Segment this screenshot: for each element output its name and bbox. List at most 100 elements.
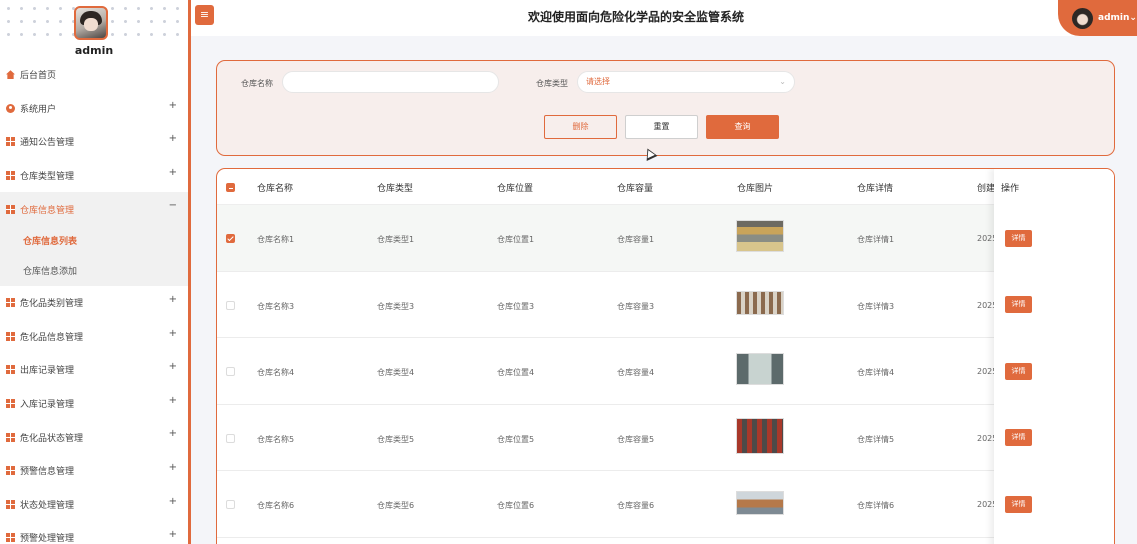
cell-location: 仓库位置6 [497, 501, 535, 510]
sidebar-subitem-warehouse-list[interactable]: 仓库信息列表 [0, 226, 188, 256]
column-header[interactable]: 仓库位置 [497, 181, 533, 194]
sidebar-subitem-warehouse-add[interactable]: 仓库信息添加 [0, 256, 188, 286]
column-header[interactable]: 仓库名称 [257, 181, 293, 194]
column-header[interactable]: 创建 [977, 181, 995, 194]
cell-type: 仓库类型4 [377, 368, 415, 377]
expand-icon: + [168, 394, 177, 406]
sidebar-item-chemical-status[interactable]: 危化品状态管理 + [0, 420, 188, 454]
detail-button[interactable]: 详情 [1005, 429, 1032, 446]
sidebar-item-label: 系统用户 [20, 104, 57, 115]
sidebar-item-label: 危化品状态管理 [20, 433, 84, 444]
cell-capacity: 仓库容量1 [617, 235, 655, 244]
grid-icon [6, 204, 15, 214]
sidebar-item-chemical-info[interactable]: 危化品信息管理 + [0, 320, 188, 354]
cell-name: 仓库名称1 [257, 235, 295, 244]
sidebar-item-label: 危化品信息管理 [20, 332, 84, 343]
grid-icon [6, 499, 15, 509]
table-row[interactable]: 仓库名称5 仓库类型5 仓库位置5 仓库容量5 仓库详情5 2025 [217, 405, 1114, 471]
sidebar-item-label: 状态处理管理 [20, 500, 75, 511]
cell-name: 仓库名称6 [257, 501, 295, 510]
table-row[interactable]: 仓库名称4 仓库类型4 仓库位置4 仓库容量4 仓库详情4 2025 [217, 338, 1114, 405]
grid-icon [6, 533, 15, 543]
cell-type: 仓库类型6 [377, 501, 415, 510]
user-menu[interactable]: admin ⌄ [1058, 0, 1137, 36]
grid-icon [6, 399, 15, 409]
sidebar-item-label: 预警信息管理 [20, 467, 75, 478]
column-header[interactable]: 仓库图片 [737, 181, 773, 194]
sidebar-item-dashboard[interactable]: 后台首页 [0, 58, 188, 92]
action-column: 操作 详情 详情 详情 详情 详情 [994, 169, 1114, 544]
sidebar: admin 后台首页 系统用户 + 通知公告管理 + 仓库类型管理 + 仓库信息… [0, 0, 188, 544]
grid-icon [6, 466, 15, 476]
warehouse-type-label: 仓库类型 [536, 79, 568, 88]
row-checkbox[interactable] [226, 300, 235, 310]
warehouse-image[interactable] [736, 491, 784, 515]
sidebar-item-label: 入库记录管理 [20, 400, 75, 411]
row-checkbox[interactable] [226, 500, 235, 509]
column-header[interactable]: 仓库详情 [857, 181, 893, 194]
detail-button[interactable]: 详情 [1005, 363, 1032, 380]
reset-button[interactable]: 重置 [625, 115, 698, 139]
expand-icon: + [168, 133, 177, 145]
sidebar-item-inbound[interactable]: 入库记录管理 + [0, 387, 188, 421]
sidebar-item-system-users[interactable]: 系统用户 + [0, 92, 188, 126]
sidebar-item-warning-handling[interactable]: 预警处理管理 + [0, 521, 188, 544]
warehouse-name-input[interactable] [282, 71, 499, 93]
warehouse-name-label: 仓库名称 [241, 79, 273, 88]
delete-button[interactable]: 删除 [544, 115, 617, 139]
cell-location: 仓库位置5 [497, 434, 535, 444]
table-row[interactable]: 仓库名称3 仓库类型3 仓库位置3 仓库容量3 仓库详情3 2025 [217, 272, 1114, 338]
sidebar-item-chemical-category[interactable]: 危化品类别管理 + [0, 286, 188, 320]
column-header[interactable]: 仓库容量 [617, 181, 653, 194]
sidebar-item-warehouse-type[interactable]: 仓库类型管理 + [0, 159, 188, 193]
avatar [1072, 7, 1093, 29]
warehouse-image[interactable] [736, 417, 784, 454]
detail-button[interactable]: 详情 [1005, 230, 1032, 247]
cell-type: 仓库类型5 [377, 434, 415, 444]
sidebar-item-outbound[interactable]: 出库记录管理 + [0, 353, 188, 387]
expand-icon: + [168, 461, 177, 473]
select-all-checkbox[interactable] [226, 183, 235, 192]
warehouse-image[interactable] [736, 353, 784, 385]
sidebar-item-label: 仓库信息管理 [20, 205, 75, 216]
row-checkbox[interactable] [226, 433, 235, 443]
warehouse-image[interactable] [736, 220, 784, 252]
expand-icon: + [168, 99, 177, 111]
expand-icon: + [168, 495, 177, 507]
detail-button[interactable]: 详情 [1005, 296, 1032, 313]
sidebar-item-status-handling[interactable]: 状态处理管理 + [0, 488, 188, 522]
sidebar-item-warning-info[interactable]: 预警信息管理 + [0, 454, 188, 488]
row-checkbox[interactable] [226, 234, 235, 243]
sidebar-item-label: 后台首页 [20, 71, 57, 82]
chevron-down-icon: ⌄ [779, 77, 786, 86]
cell-location: 仓库位置1 [497, 235, 535, 244]
sidebar-item-warehouse-info[interactable]: 仓库信息管理 − [0, 192, 188, 226]
column-header[interactable]: 仓库类型 [377, 181, 413, 194]
cell-location: 仓库位置4 [497, 368, 535, 377]
user-name: admin [1098, 13, 1130, 23]
home-icon [6, 70, 15, 80]
cell-name: 仓库名称4 [257, 368, 295, 377]
cell-type: 仓库类型3 [377, 301, 415, 311]
expand-icon: + [168, 361, 177, 373]
grid-icon [6, 137, 15, 147]
sidebar-item-notice[interactable]: 通知公告管理 + [0, 125, 188, 159]
cell-name: 仓库名称5 [257, 434, 295, 444]
page-title: 欢迎使用面向危险化学品的安全监管系统 [527, 10, 744, 24]
grid-icon [6, 171, 15, 181]
table-row[interactable]: 仓库名称1 仓库类型1 仓库位置1 仓库容量1 仓库详情1 2025 [217, 205, 1114, 272]
query-button[interactable]: 查询 [706, 115, 779, 139]
table-row[interactable]: 仓库名称6 仓库类型6 仓库位置6 仓库容量6 仓库详情6 2025 [217, 471, 1114, 538]
detail-button[interactable]: 详情 [1005, 496, 1032, 513]
collapse-icon: − [168, 200, 177, 212]
cell-detail: 仓库详情6 [857, 501, 895, 510]
avatar[interactable] [74, 6, 108, 40]
data-table: 仓库名称 仓库类型 仓库位置 仓库容量 仓库图片 仓库详情 创建 仓库名称1 仓… [216, 168, 1115, 544]
sidebar-menu: 后台首页 系统用户 + 通知公告管理 + 仓库类型管理 + 仓库信息管理 − 仓… [0, 58, 188, 544]
action-header: 操作 [1001, 184, 1020, 194]
warehouse-type-select[interactable]: 请选择 ⌄ [577, 71, 795, 93]
grid-icon [6, 331, 15, 341]
warehouse-image[interactable] [736, 290, 784, 315]
search-panel: 仓库名称 仓库类型 请选择 ⌄ 删除 重置 查询 [216, 60, 1115, 156]
row-checkbox[interactable] [226, 367, 235, 376]
